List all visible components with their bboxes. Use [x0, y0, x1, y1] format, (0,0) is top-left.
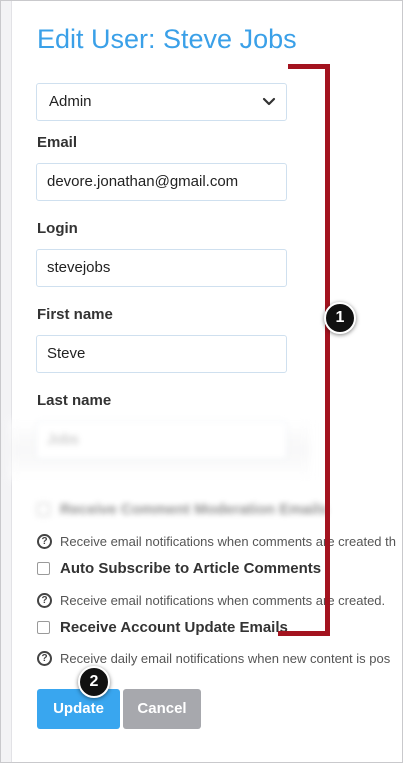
account-update-checkbox[interactable] [37, 621, 50, 634]
last-name-field[interactable]: Jobs [36, 421, 287, 459]
auto-subscribe-label: Auto Subscribe to Article Comments [60, 560, 322, 577]
account-update-help: Receive daily email notifications when n… [60, 651, 391, 666]
callout-bracket-side [325, 64, 330, 636]
window-left-edge [0, 0, 12, 763]
account-update-label: Receive Account Update Emails [60, 619, 288, 636]
comment-moderation-help: Receive email notifications when comment… [60, 534, 396, 549]
page-title: Edit User: Steve Jobs [37, 24, 297, 54]
auto-subscribe-checkbox[interactable] [37, 562, 50, 575]
option-row-auto-subscribe[interactable]: Auto Subscribe to Article Comments [37, 560, 321, 577]
last-name-label: Last name [37, 392, 112, 409]
help-row-account-update: ? Receive daily email notifications when… [37, 651, 390, 666]
help-row-auto-subscribe: ? Receive email notifications when comme… [37, 593, 385, 608]
first-name-label: First name [37, 306, 113, 323]
auto-subscribe-help: Receive email notifications when comment… [60, 593, 386, 608]
login-field[interactable]: stevejobs [36, 249, 287, 287]
callout-badge-2: 2 [78, 666, 110, 698]
callout-badge-1: 1 [324, 302, 356, 334]
comment-moderation-checkbox[interactable] [37, 503, 50, 516]
callout-bracket-bottom [278, 631, 330, 636]
chevron-down-icon [262, 97, 276, 106]
update-button[interactable]: Update [37, 689, 120, 729]
email-field[interactable]: devore.jonathan@gmail.com [36, 163, 287, 201]
email-label: Email [37, 134, 78, 151]
option-row-account-update[interactable]: Receive Account Update Emails [37, 619, 288, 636]
first-name-field[interactable]: Steve [36, 335, 287, 373]
login-label: Login [37, 220, 78, 237]
cancel-button[interactable]: Cancel [123, 689, 201, 729]
role-select-value: Admin [49, 93, 92, 110]
role-select[interactable]: Admin [36, 83, 287, 121]
comment-moderation-label: Receive Comment Moderation Emails [60, 501, 328, 518]
question-circle-icon: ? [37, 534, 52, 549]
help-row-comment-moderation: ? Receive email notifications when comme… [37, 534, 396, 549]
question-circle-icon: ? [37, 593, 52, 608]
callout-bracket-top [288, 64, 330, 69]
option-row-comment-moderation[interactable]: Receive Comment Moderation Emails [37, 501, 328, 518]
question-circle-icon: ? [37, 651, 52, 666]
